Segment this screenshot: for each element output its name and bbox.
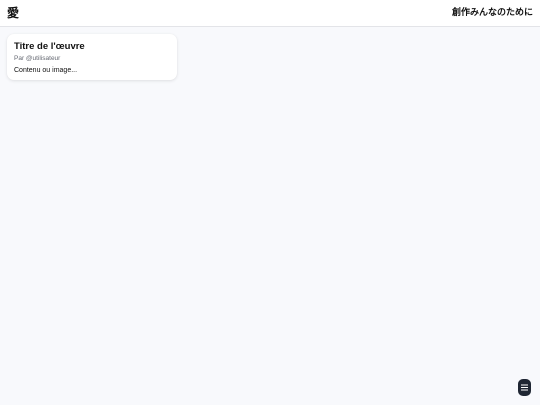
menu-button[interactable]: [518, 379, 531, 396]
card-author[interactable]: Par @utilisateur: [14, 54, 170, 63]
top-header: 愛 創作みんなのために: [0, 0, 540, 27]
site-tagline: 創作みんなのために: [451, 8, 533, 18]
site-logo[interactable]: 愛: [7, 5, 19, 21]
card-title: Titre de l'œuvre: [14, 41, 85, 52]
work-card[interactable]: Titre de l'œuvre Par @utilisateur Conten…: [7, 34, 177, 80]
hamburger-menu-icon: [521, 384, 528, 391]
card-content: Contenu ou image...: [14, 67, 78, 74]
